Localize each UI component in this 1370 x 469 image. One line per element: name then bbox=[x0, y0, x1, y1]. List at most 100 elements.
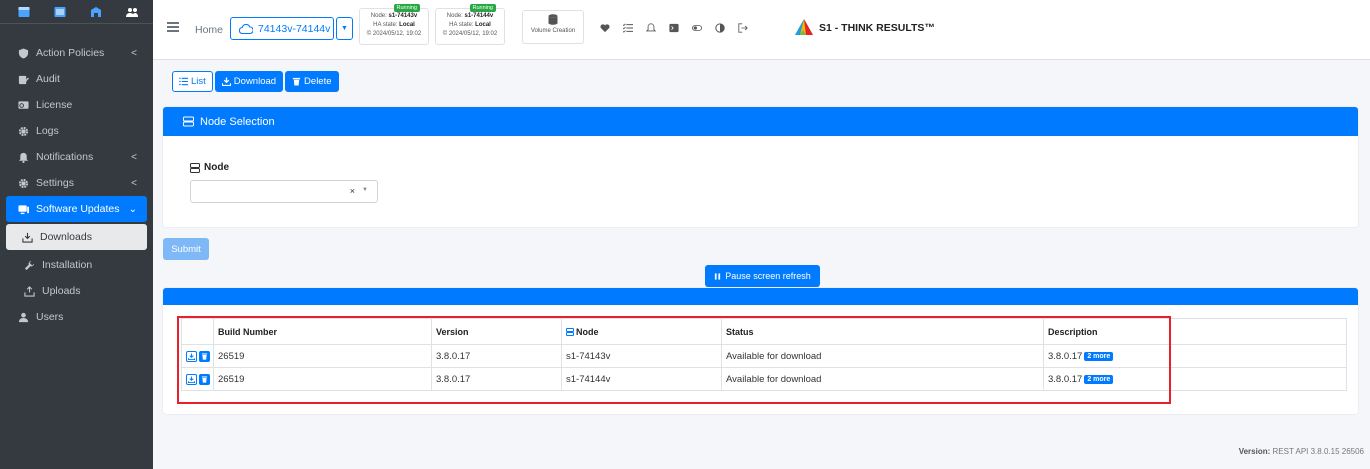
sidebar-item-downloads[interactable]: Downloads bbox=[6, 224, 147, 250]
download-label: Download bbox=[233, 76, 277, 87]
chevron-left-icon: < bbox=[131, 151, 137, 163]
description-text: 3.8.0.17 bbox=[1048, 373, 1083, 385]
node-label-text: Node bbox=[204, 162, 229, 173]
column-header-node-label: Node bbox=[576, 326, 599, 337]
terminal-icon[interactable] bbox=[662, 20, 685, 36]
cluster-name: 74143v-74144v bbox=[258, 22, 331, 35]
column-header-version[interactable]: Version bbox=[431, 318, 562, 345]
submit-button[interactable]: Submit bbox=[163, 238, 209, 260]
sidebar-item-settings[interactable]: Settings < bbox=[0, 170, 153, 196]
node-selection-card: Node Selection Node × ▼ bbox=[163, 107, 1358, 227]
column-header-build-number[interactable]: Build Number bbox=[213, 318, 432, 345]
more-badge[interactable]: 2 more bbox=[1084, 351, 1114, 361]
node-selection-title: Node Selection bbox=[200, 115, 275, 128]
sidebar-item-software-updates[interactable]: Software Updates ⌄ bbox=[6, 196, 147, 222]
sidebar-item-label: Action Policies bbox=[36, 47, 105, 59]
status-badge: Running bbox=[469, 4, 496, 12]
download-icon bbox=[188, 352, 195, 360]
bell-icon bbox=[16, 150, 30, 164]
sidebar-item-uploads[interactable]: Uploads bbox=[0, 278, 153, 304]
building-icon[interactable] bbox=[78, 0, 114, 24]
delete-button[interactable]: Delete bbox=[285, 71, 339, 92]
row-download-button[interactable] bbox=[186, 350, 197, 362]
table-row[interactable]: 26519 3.8.0.17 s1-74143v Available for d… bbox=[181, 344, 1347, 368]
row-delete-button[interactable] bbox=[199, 350, 210, 362]
sidebar-nav: Action Policies < Audit License Logs Not… bbox=[0, 40, 153, 330]
status-badge: Running bbox=[393, 4, 420, 12]
sidebar-item-label: Users bbox=[36, 311, 64, 323]
download-button[interactable]: Download bbox=[214, 71, 284, 92]
home-link[interactable]: Home bbox=[195, 24, 223, 36]
dashboard-icon[interactable] bbox=[42, 0, 78, 24]
chevron-down-icon: ⌄ bbox=[128, 203, 137, 215]
cell-node: s1-74144v bbox=[561, 367, 722, 391]
gear-icon bbox=[16, 124, 30, 138]
brand-logo[interactable]: S1 - THINK RESULTS™ bbox=[793, 17, 935, 39]
cluster-select-button[interactable]: 74143v-74144v bbox=[230, 17, 334, 40]
contrast-icon[interactable] bbox=[708, 20, 731, 36]
column-header-status[interactable]: Status bbox=[721, 318, 1044, 345]
sidebar-item-audit[interactable]: Audit bbox=[0, 66, 153, 92]
sidebar-top-icons bbox=[0, 0, 153, 24]
cell-status: Available for download bbox=[721, 344, 1044, 368]
heartbeat-icon[interactable] bbox=[593, 20, 616, 36]
task-list-icon[interactable] bbox=[616, 20, 639, 36]
server-icon bbox=[566, 327, 574, 336]
clipboard-icon bbox=[16, 72, 30, 86]
sidebar-item-label: Notifications bbox=[36, 151, 94, 163]
sidebar-item-label: Settings bbox=[36, 177, 74, 189]
table-row[interactable]: 26519 3.8.0.17 s1-74144v Available for d… bbox=[181, 367, 1347, 391]
bell-icon[interactable] bbox=[639, 20, 662, 36]
sidebar-item-users[interactable]: Users bbox=[0, 304, 153, 330]
node-prefix: Node: bbox=[370, 13, 389, 19]
node-field-label: Node bbox=[190, 162, 229, 173]
row-download-button[interactable] bbox=[186, 373, 197, 385]
window-icon[interactable] bbox=[6, 0, 42, 24]
sidebar-item-installation[interactable]: Installation bbox=[0, 252, 153, 278]
pause-refresh-button[interactable]: Pause screen refresh bbox=[705, 265, 820, 287]
chevron-left-icon: < bbox=[131, 47, 137, 59]
results-card-header bbox=[163, 288, 1358, 305]
header-icon-bar bbox=[593, 20, 754, 36]
row-delete-button[interactable] bbox=[199, 373, 210, 385]
node-status-card[interactable]: Running Node: s1-74144v HA state: Local … bbox=[435, 4, 505, 45]
list-button[interactable]: List bbox=[172, 71, 213, 92]
sidebar: Action Policies < Audit License Logs Not… bbox=[0, 0, 153, 469]
delete-label: Delete bbox=[304, 76, 332, 87]
version-label: Version: bbox=[1238, 447, 1271, 456]
pause-icon bbox=[715, 272, 721, 280]
volume-creation-label: Volume Creation bbox=[530, 28, 576, 34]
node-name: s1-74144v bbox=[464, 13, 494, 19]
node-status-card[interactable]: Running Node: s1-74143v HA state: Local … bbox=[359, 4, 429, 45]
wrench-icon bbox=[22, 258, 36, 272]
toggle-icon[interactable] bbox=[685, 20, 708, 36]
hamburger-menu-icon[interactable] bbox=[167, 22, 179, 32]
chevron-down-icon[interactable]: ▼ bbox=[362, 187, 368, 193]
more-badge[interactable]: 2 more bbox=[1084, 374, 1114, 384]
sidebar-item-label: License bbox=[36, 99, 73, 111]
sidebar-item-action-policies[interactable]: Action Policies < bbox=[0, 40, 153, 66]
row-actions bbox=[186, 373, 213, 385]
download-icon bbox=[188, 375, 195, 383]
cluster-dropdown-toggle[interactable]: ▼ bbox=[336, 17, 353, 40]
users-group-icon[interactable] bbox=[114, 0, 150, 24]
download-tray-icon bbox=[20, 230, 34, 244]
node-timestamp: © 2024/05/12, 19:02 bbox=[366, 31, 422, 37]
sidebar-item-label: Logs bbox=[36, 125, 59, 137]
column-header-description[interactable]: Description bbox=[1043, 318, 1347, 345]
certificate-icon bbox=[16, 98, 30, 112]
sidebar-item-logs[interactable]: Logs bbox=[0, 118, 153, 144]
logout-icon[interactable] bbox=[731, 20, 754, 36]
list-icon bbox=[179, 77, 188, 86]
volume-creation-button[interactable]: Volume Creation bbox=[522, 10, 584, 44]
action-toolbar: List Download Delete bbox=[172, 71, 339, 92]
version-value: REST API 3.8.0.15 26506 bbox=[1272, 447, 1364, 456]
sidebar-item-license[interactable]: License bbox=[0, 92, 153, 118]
top-header: Home 74143v-74144v ▼ Running Node: s1-74… bbox=[153, 0, 1370, 60]
ha-state: Local bbox=[475, 22, 491, 28]
clear-icon[interactable]: × bbox=[350, 186, 355, 196]
sidebar-item-notifications[interactable]: Notifications < bbox=[0, 144, 153, 170]
column-header-node[interactable]: Node bbox=[561, 318, 722, 345]
cell-build-number: 26519 bbox=[213, 344, 432, 368]
node-select[interactable]: × ▼ bbox=[190, 180, 378, 203]
